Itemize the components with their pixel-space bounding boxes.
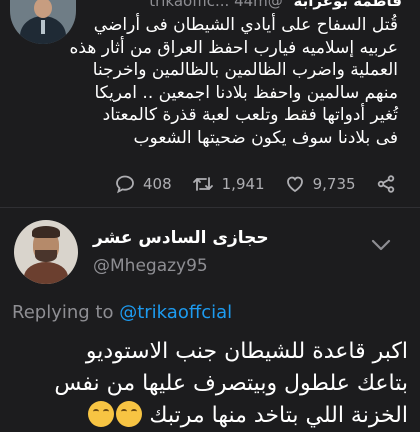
reply-line: اكبر قاعدة للشيطان جنب الاستوديو — [85, 339, 408, 364]
tweet-actions: 408 1,941 9,735 — [115, 172, 420, 196]
tweet-line: عربيه إسلاميه فيارب احفظ العراق من أثار … — [69, 37, 399, 58]
retweet-icon — [192, 177, 213, 191]
reply-line: الخزنة اللي بتاخد منها مرتبك — [149, 403, 408, 428]
reply-bubble-icon — [116, 175, 134, 194]
avatar-hair — [32, 226, 60, 238]
tears-of-joy-emoji-icon — [88, 401, 115, 427]
avatar-beard — [35, 250, 57, 262]
share-button[interactable] — [376, 174, 404, 194]
tweet-line: منهم سالمين واحفظ بلادنا اجمعين .. امريك… — [94, 82, 399, 103]
tweet-line: العملية واضرب الظالمين بالظالمين واخرجنا — [92, 60, 398, 80]
reply-author-handle[interactable]: @Mhegazy95 — [93, 256, 208, 276]
tears-of-joy-emoji-icon — [116, 401, 143, 427]
share-icon — [377, 175, 394, 193]
avatar-body — [24, 262, 68, 284]
reply-tweet[interactable]: حجازى السادس عشر @Mhegazy95 Replying to … — [0, 208, 420, 428]
like-count: 9,735 — [312, 175, 356, 193]
reply-line: بتاعك علطول وبيتصرف عليها من نفس — [54, 371, 408, 396]
reply-author-name[interactable]: حجازى السادس عشر — [93, 228, 269, 248]
reply-count: 408 — [143, 175, 172, 193]
retweet-button[interactable]: 1,941 — [192, 174, 265, 194]
original-tweet[interactable]: فاطمة بوعرابة @trikaoffic... 44m قُتل ال… — [0, 0, 420, 200]
tweet-time: 44m — [234, 0, 268, 10]
tweet-line: قُتل السفاح على أيادي الشيطان فى أراضي — [93, 15, 398, 35]
replying-to-line: Replying to @trikaoffcial — [12, 302, 232, 323]
reply-button[interactable]: 408 — [115, 174, 172, 194]
reply-body: اكبر قاعدة للشيطان جنب الاستوديو بتاعك ع… — [8, 336, 408, 432]
tweet-line: تُغير أدواتها فقط وتلعب لعبة قذرة كالمعت… — [102, 105, 398, 125]
replying-to-mention[interactable]: @trikaoffcial — [119, 302, 232, 323]
author-name[interactable]: فاطمة بوعرابة — [294, 0, 402, 10]
replying-to-label: Replying to — [12, 302, 114, 323]
retweet-count: 1,941 — [221, 175, 265, 193]
tweet-body: قُتل السفاح على أيادي الشيطان فى أراضي ع… — [13, 14, 399, 149]
reply-line-with-emoji: الخزنة اللي بتاخد منها مرتبك — [8, 400, 408, 432]
tweet-header: فاطمة بوعرابة @trikaoffic... 44m — [149, 0, 402, 10]
chevron-down-icon[interactable] — [370, 238, 392, 252]
heart-icon — [286, 176, 303, 193]
like-button[interactable]: 9,735 — [285, 174, 356, 194]
reply-author-avatar[interactable] — [14, 220, 78, 284]
tweet-line: فى بلادنا سوف يكون ضحيتها الشعوب — [133, 127, 398, 148]
